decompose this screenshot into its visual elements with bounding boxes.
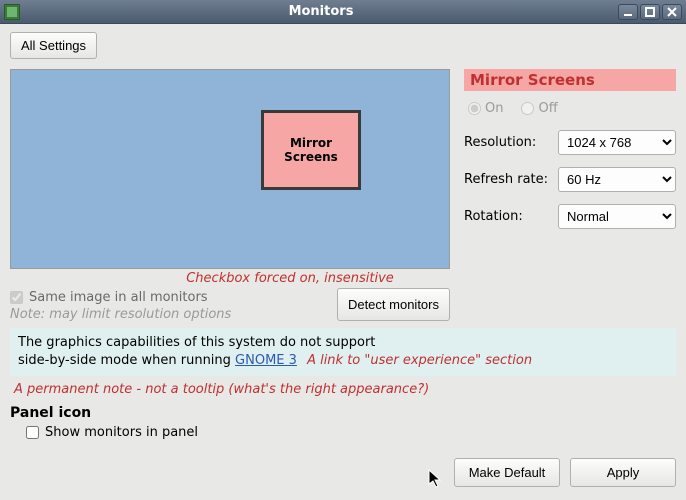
- maximize-button[interactable]: [640, 4, 660, 20]
- show-monitors-checkbox[interactable]: [26, 426, 39, 439]
- info-text-line2: side-by-side mode when running: [18, 353, 235, 368]
- show-monitors-label: Show monitors in panel: [45, 425, 198, 440]
- apply-button[interactable]: Apply: [570, 458, 676, 487]
- radio-on-label: On: [485, 101, 503, 116]
- dialog-button-row: Make Default Apply: [10, 458, 676, 487]
- radio-on-input: [468, 102, 481, 115]
- resolution-label: Resolution:: [464, 135, 558, 150]
- monitor-mirror-box[interactable]: Mirror Screens: [261, 110, 361, 190]
- annotation-checkbox-forced: Checkbox forced on, insensitive: [130, 271, 450, 286]
- radio-off-label: Off: [538, 101, 557, 116]
- app-icon: [4, 4, 20, 20]
- panel-checkbox-row: Show monitors in panel: [26, 425, 676, 440]
- rotation-label: Rotation:: [464, 209, 558, 224]
- close-button[interactable]: [662, 4, 682, 20]
- gnome3-link[interactable]: GNOME 3: [235, 353, 297, 368]
- radio-on: On: [468, 101, 503, 116]
- info-text-line1: The graphics capabilities of this system…: [18, 335, 375, 350]
- minimize-button[interactable]: [618, 4, 638, 20]
- same-image-checkbox: [10, 291, 23, 304]
- panel-icon-section: Panel icon Show monitors in panel: [10, 405, 676, 440]
- refresh-select[interactable]: 60 Hz: [558, 167, 676, 192]
- window-body: All Settings Mirror Screens Checkbox for…: [0, 24, 686, 497]
- same-image-label: Same image in all monitors: [29, 290, 208, 305]
- make-default-button[interactable]: Make Default: [454, 458, 560, 487]
- window-controls: [618, 4, 682, 20]
- radio-off: Off: [521, 101, 557, 116]
- refresh-label: Refresh rate:: [464, 172, 558, 187]
- monitor-preview-area[interactable]: Mirror Screens: [10, 69, 450, 269]
- monitor-label: Mirror Screens: [264, 136, 358, 164]
- all-settings-button[interactable]: All Settings: [10, 32, 97, 59]
- below-preview-row: Same image in all monitors Note: may lim…: [10, 288, 450, 322]
- window-titlebar: Monitors: [0, 0, 686, 24]
- rotation-row: Rotation: Normal: [464, 204, 676, 229]
- same-image-note: Note: may limit resolution options: [10, 307, 337, 322]
- resolution-select[interactable]: 1024 x 768: [558, 130, 676, 155]
- preview-column: Mirror Screens Checkbox forced on, insen…: [10, 69, 450, 322]
- rotation-select[interactable]: Normal: [558, 204, 676, 229]
- info-banner: The graphics capabilities of this system…: [10, 328, 676, 376]
- settings-column: Mirror Screens On Off Resolution: 1024 x…: [464, 69, 676, 322]
- main-content-row: Mirror Screens Checkbox forced on, insen…: [10, 69, 676, 322]
- window-title: Monitors: [24, 4, 618, 19]
- radio-off-input: [521, 102, 534, 115]
- refresh-row: Refresh rate: 60 Hz: [464, 167, 676, 192]
- detect-monitors-button[interactable]: Detect monitors: [337, 288, 450, 321]
- annotation-link: A link to "user experience" section: [307, 353, 532, 368]
- annotation-permanent-note: A permanent note - not a tooltip (what's…: [14, 382, 676, 397]
- same-image-group: Same image in all monitors Note: may lim…: [10, 288, 337, 322]
- resolution-row: Resolution: 1024 x 768: [464, 130, 676, 155]
- selected-monitor-header: Mirror Screens: [464, 69, 676, 91]
- panel-icon-heading: Panel icon: [10, 405, 676, 421]
- same-image-checkbox-row: Same image in all monitors: [10, 290, 337, 305]
- on-off-radio-group: On Off: [464, 101, 676, 116]
